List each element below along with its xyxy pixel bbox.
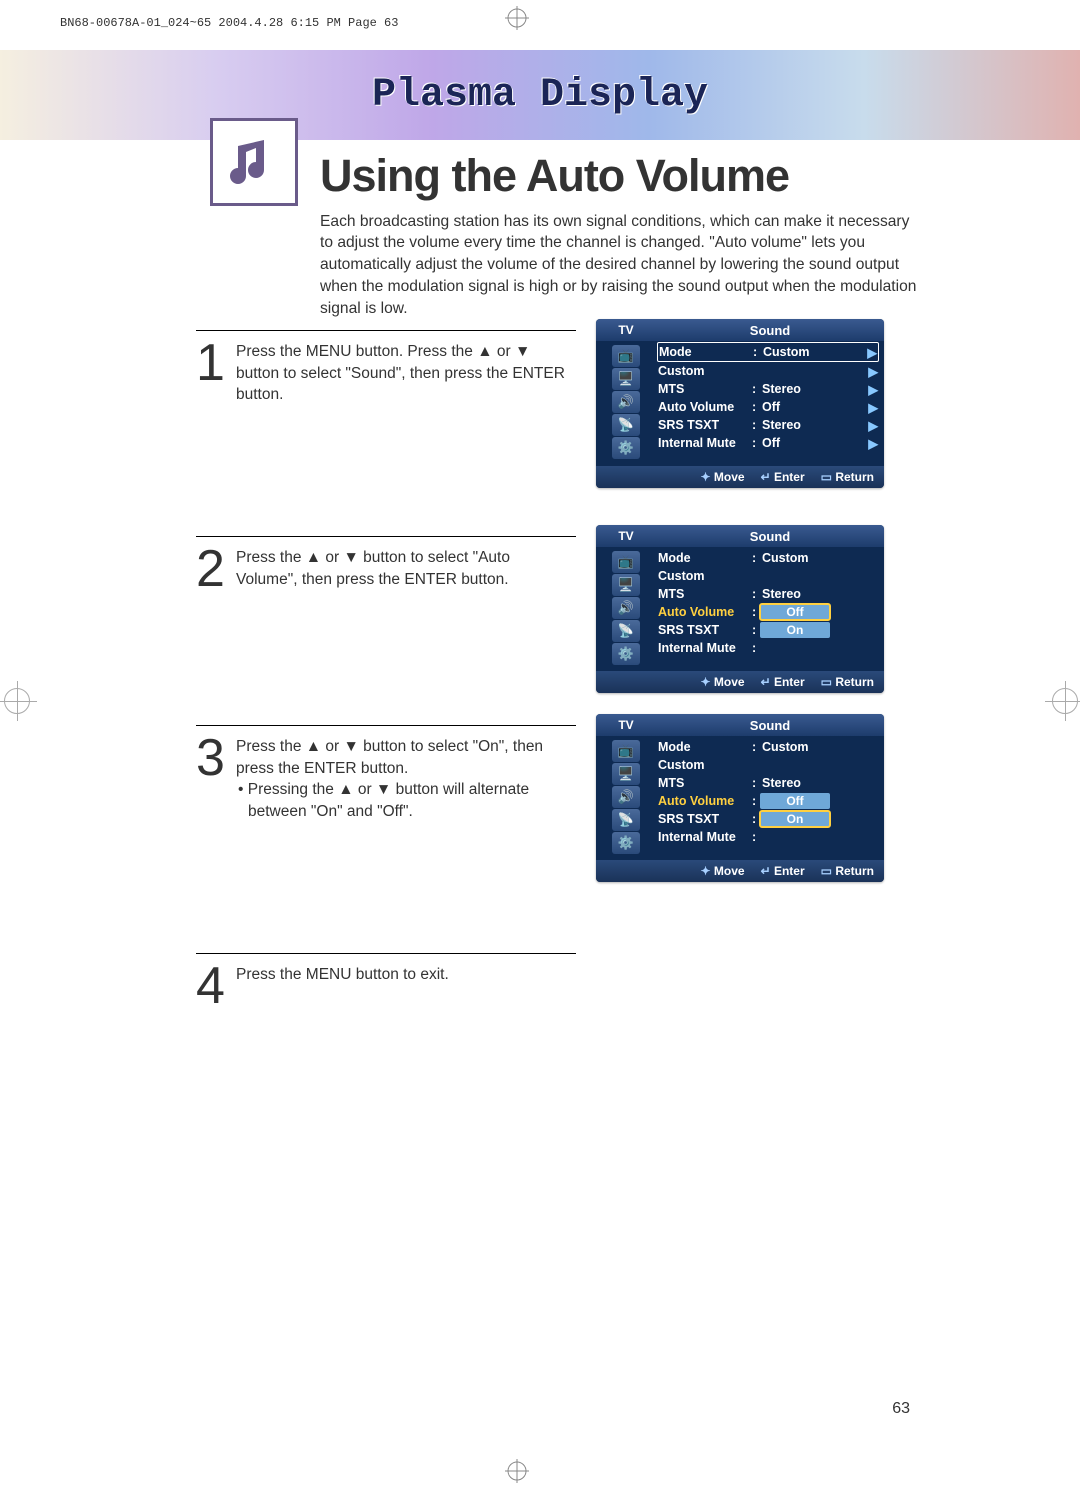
- osd-tv-label: TV: [596, 323, 656, 337]
- rule: [196, 330, 576, 331]
- crop-mark-bottom: [505, 1459, 529, 1488]
- step-text: Press the ▲ or ▼ button to select "On", …: [236, 732, 566, 823]
- osd-enter-hint: Enter: [761, 470, 805, 484]
- step-text: Press the MENU button. Press the ▲ or ▼ …: [236, 337, 566, 406]
- intro-text: Each broadcasting station has its own si…: [320, 211, 920, 320]
- page-title: Using the Auto Volume: [320, 150, 789, 202]
- crop-mark-left: [4, 688, 30, 714]
- osd-title: Sound: [656, 323, 884, 338]
- osd-screenshot-1: TVSound 📺🖥️🔊📡⚙️ Mode:Custom▶ Custom▶ MTS…: [596, 319, 884, 488]
- banner: Plasma Display: [0, 50, 1080, 140]
- music-note-icon: [210, 118, 298, 206]
- osd-move-hint: Move: [701, 470, 745, 484]
- step-text: Press the ▲ or ▼ button to select "Auto …: [236, 543, 566, 595]
- step-number: 3: [196, 732, 236, 823]
- step-number: 4: [196, 960, 236, 1012]
- page-number: 63: [892, 1400, 910, 1418]
- osd-return-hint: Return: [821, 470, 874, 484]
- step-2: 2 Press the ▲ or ▼ button to select "Aut…: [196, 543, 916, 595]
- crop-mark-right: [1052, 688, 1078, 714]
- step-number: 1: [196, 337, 236, 406]
- rule: [196, 725, 576, 726]
- step-number: 2: [196, 543, 236, 595]
- step-1: 1 Press the MENU button. Press the ▲ or …: [196, 337, 916, 406]
- print-header: BN68-00678A-01_024~65 2004.4.28 6:15 PM …: [60, 16, 398, 30]
- osd-screenshot-3: TVSound 📺🖥️🔊📡⚙️ Mode:Custom Custom MTS:S…: [596, 714, 884, 882]
- banner-title: Plasma Display: [372, 73, 708, 118]
- osd-menu-items: Mode:Custom▶ Custom▶ MTS:Stereo▶ Auto Vo…: [656, 341, 884, 466]
- crop-mark-top: [505, 6, 529, 35]
- osd-screenshot-2: TVSound 📺🖥️🔊📡⚙️ Mode:Custom Custom MTS:S…: [596, 525, 884, 693]
- step-4: 4 Press the MENU button to exit.: [196, 960, 916, 1012]
- osd-sidebar-icons: 📺🖥️🔊📡⚙️: [596, 341, 656, 466]
- step-3: 3 Press the ▲ or ▼ button to select "On"…: [196, 732, 916, 823]
- step-text: Press the MENU button to exit.: [236, 960, 566, 1012]
- step-bullet: • Pressing the ▲ or ▼ button will altern…: [248, 779, 566, 822]
- rule: [196, 536, 576, 537]
- rule: [196, 953, 576, 954]
